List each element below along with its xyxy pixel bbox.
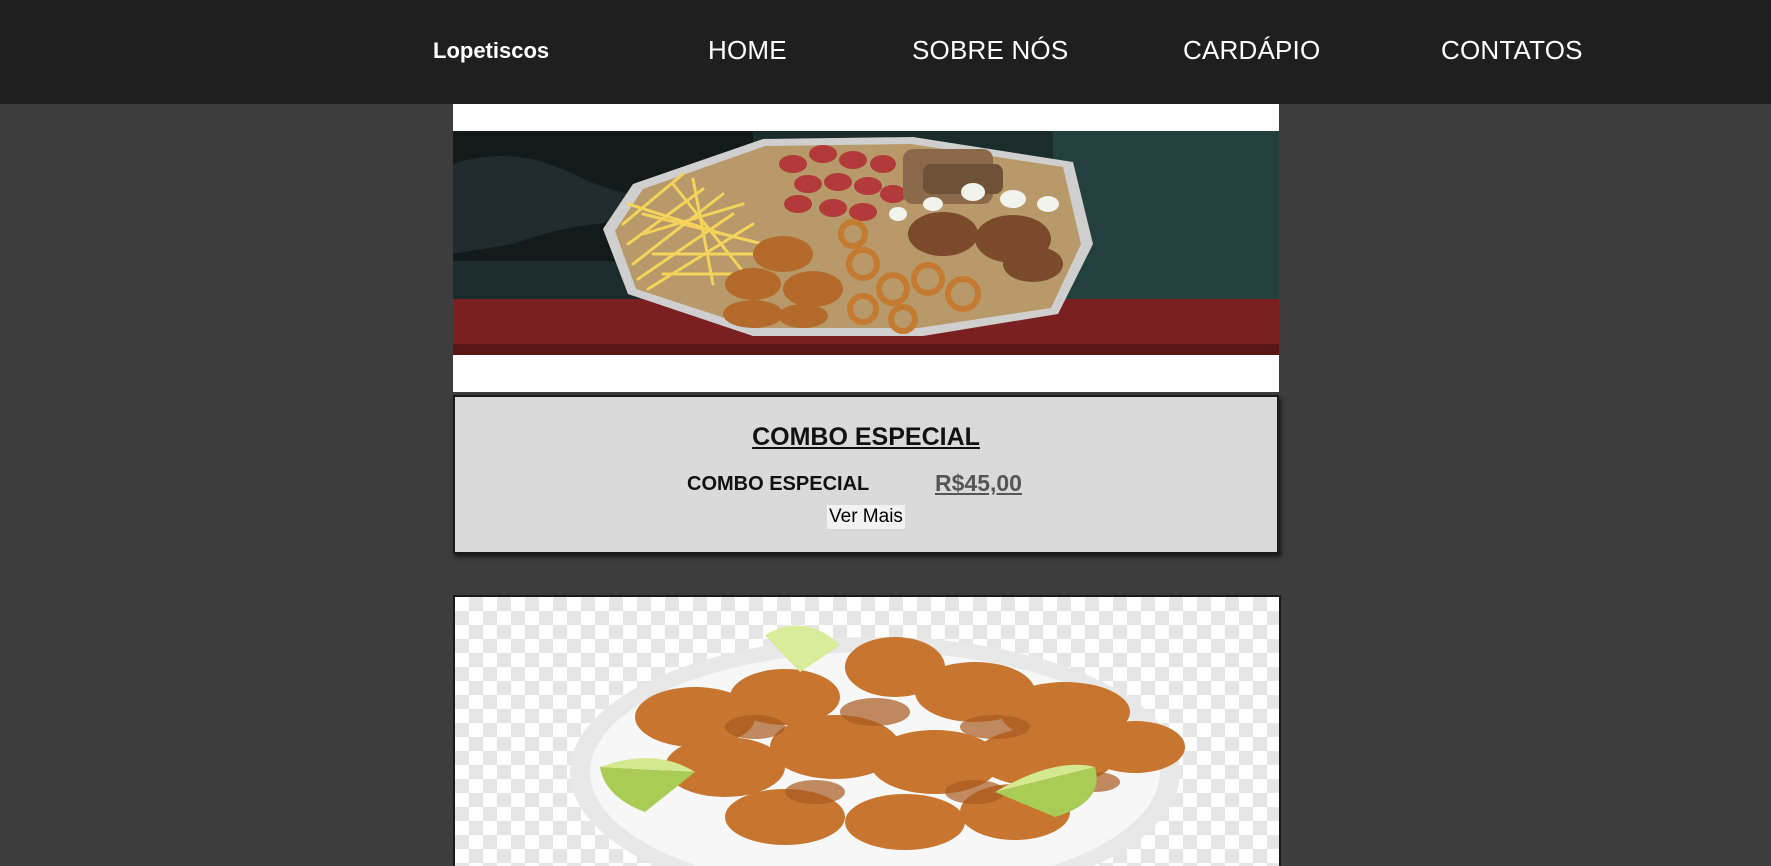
item-price[interactable]: R$45,00 [935, 470, 1022, 497]
nav-about-link[interactable]: SOBRE NÓS [912, 35, 1068, 66]
card-title: COMBO ESPECIAL [752, 423, 980, 451]
top-navbar: Lopetiscos HOME SOBRE NÓS CARDÁPIO CONTA… [0, 0, 1771, 104]
combo-platter-image [453, 104, 1279, 392]
brand-logo-text[interactable]: Lopetiscos [433, 38, 549, 64]
nav-contact-link[interactable]: CONTATOS [1441, 35, 1583, 66]
nav-home-link[interactable]: HOME [708, 35, 787, 66]
nav-menu-link[interactable]: CARDÁPIO [1183, 35, 1320, 66]
combo-card-body: COMBO ESPECIAL COMBO ESPECIAL R$45,00 Ve… [453, 395, 1279, 554]
item-name: COMBO ESPECIAL [687, 473, 870, 495]
fried-chicken-image [453, 595, 1281, 866]
ver-mais-button[interactable]: Ver Mais [827, 505, 905, 529]
